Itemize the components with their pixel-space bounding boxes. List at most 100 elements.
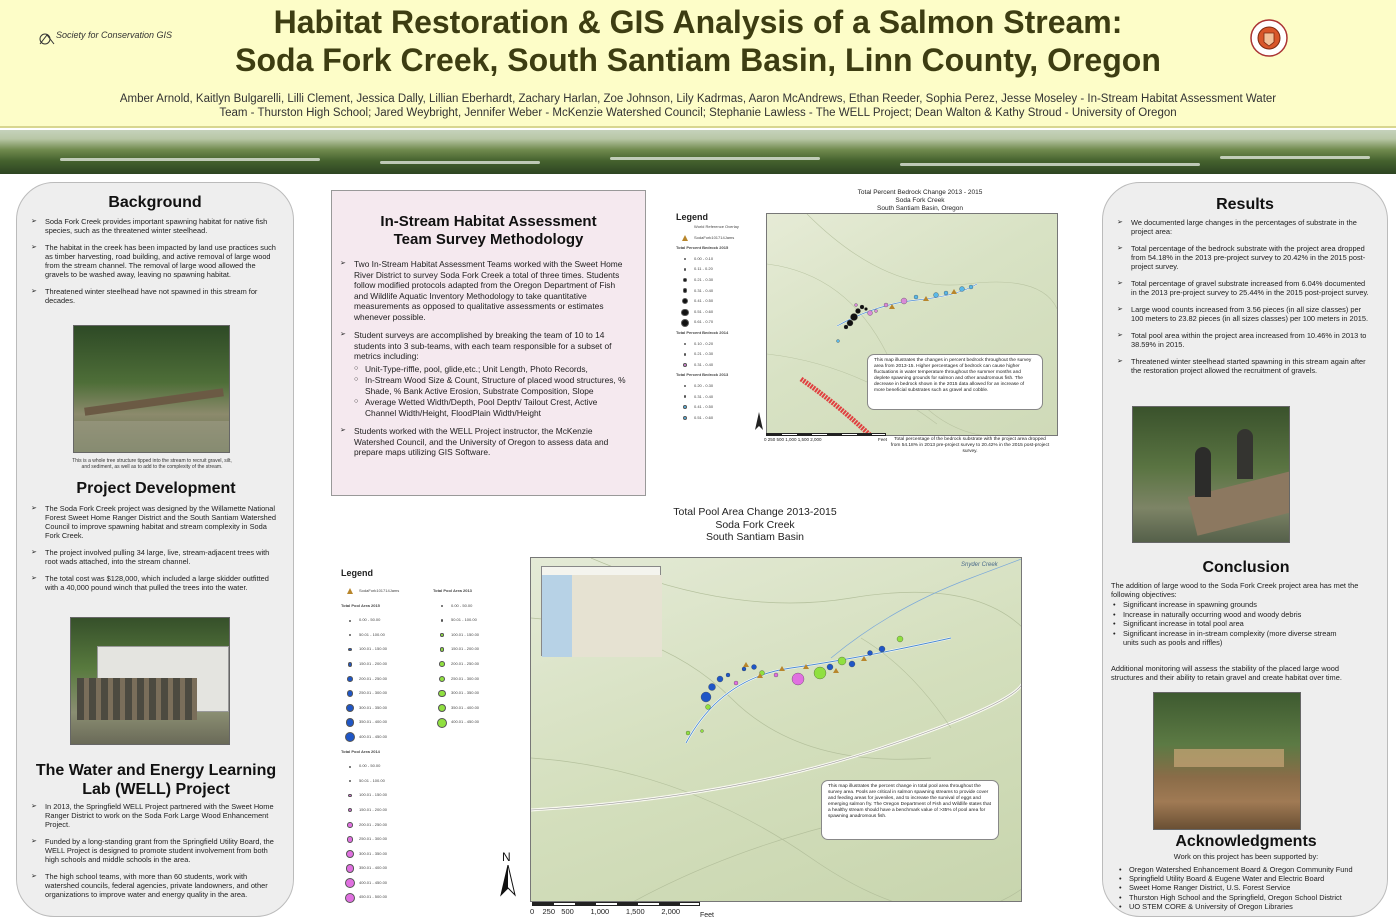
list-item: Total percentage of the bedrock substrat… [1117,244,1369,271]
legend-row: Total Pool Area 2013 [433,584,513,599]
legend-row: 350.01 - 400.00 [341,715,431,730]
list-item: Soda Fork Creek provides important spawn… [31,217,279,235]
legend-symbol [346,690,354,697]
legend-label: Total Percent Bedrock 2015 [676,245,729,251]
conclusion-outro: Additional monitoring will assess the st… [1111,664,1342,682]
legend-row: 150.01 - 200.00 [341,657,431,672]
bedrock-map-title: Total Percent Bedrock Change 2013 - 2015… [857,189,983,212]
legend-label: 150.01 - 200.00 [359,806,388,812]
legend-label: Total Percent Bedrock 2013 [676,372,729,378]
legend-label: 350.01 - 400.00 [359,865,388,871]
legend-symbol [683,278,687,283]
bedrock-legend: Legend World Reference Overlay SodaFork10… [676,212,758,423]
legend-symbol [345,718,355,728]
legend-label: 50.01 - 100.00 [359,777,385,783]
legend-symbol [684,385,687,388]
survey-point [874,309,878,313]
legend-symbol [440,633,444,637]
list-item: Threatened winter steelhead started spaw… [1117,357,1369,375]
legend-label: 100.01 - 150.00 [451,631,480,637]
legend-row: 0.41 - 0.50 [676,296,758,307]
legend-symbol [683,395,687,399]
survey-point [867,650,873,656]
legend-symbol [681,308,689,316]
legend-label: 250.01 - 300.00 [359,836,388,842]
methodology-box: In-Stream Habitat Assessment Team Survey… [331,190,646,496]
legend-row: 100.01 - 150.00 [433,628,513,643]
legend-label: 0.21 - 0.30 [694,351,714,357]
legend-label: 50.01 - 100.00 [359,631,385,637]
project-heading: Project Development [76,480,236,497]
legend-row: 100.01 - 150.00 [341,788,431,803]
list-item: Oregon Watershed Enhancement Board & Ore… [1119,865,1381,874]
survey-point [725,672,731,678]
legend-label: 300.01 - 350.00 [359,704,388,710]
ack-list: Oregon Watershed Enhancement Board & Ore… [1119,865,1381,911]
legend-row: 0.20 - 0.30 [676,381,758,392]
legend-row: 450.01 - 500.00 [341,890,431,905]
survey-point [773,672,779,678]
seal-icon [1249,18,1289,58]
legend-symbol [348,779,352,783]
legend-symbol [347,588,353,595]
list-item: Total percentage of gravel substrate inc… [1117,279,1369,297]
pool-scale-label: 0 250 500 1,000 1,500 2,000 [530,907,681,916]
north-label: N [502,850,511,864]
list-item: Students worked with the WELL Project in… [340,426,629,458]
survey-point [836,339,840,343]
stream-wood-photo [73,325,230,453]
legend-label: 0.10 - 0.20 [694,340,714,346]
log-jam-symbol [803,664,809,669]
title-line2: Soda Fork Creek, South Santiam Basin, Li… [235,42,1161,78]
pool-map-title: Total Pool Area Change 2013-2015 Soda Fo… [673,506,837,543]
legend-label: World Reference Overlay [694,224,739,229]
list-item: In 2013, the Springfield WELL Project pa… [31,802,283,829]
survey-point [864,307,868,311]
legend-row: 50.01 - 100.00 [433,613,513,628]
legend-row: 350.01 - 400.00 [433,701,513,716]
list-item: UO STEM CORE & University of Oregon Libr… [1119,902,1381,911]
legend-symbol [345,878,355,889]
legend-label: 300.01 - 350.00 [451,690,480,696]
legend-symbol [348,647,352,652]
legend-label: SodaFork101714Jams [694,234,735,240]
list-item: The project involved pulling 34 large, l… [31,548,283,566]
legend-row: 0.41 - 0.50 [676,402,758,413]
legend-label: 250.01 - 300.00 [451,675,480,681]
legend-symbol [683,268,687,271]
survey-point [741,666,747,672]
legend-label: 0.11 - 0.20 [694,266,713,272]
conclusion-list: Significant increase in spawning grounds… [1113,600,1353,648]
stream-banner-image [0,130,1396,174]
conclusion-heading: Conclusion [1202,559,1290,576]
list-item: We documented large changes in the perce… [1117,218,1369,236]
legend-row: Total Percent Bedrock 2013 [676,370,758,381]
legend-symbol [681,318,689,327]
legend-row: World Reference Overlay [676,222,758,233]
survey-point [883,302,889,308]
legend-row: Total Percent Bedrock 2015 [676,243,758,254]
survey-point [700,729,704,733]
legend-label: 450.01 - 500.00 [359,894,388,900]
well-list: In 2013, the Springfield WELL Project pa… [31,802,283,907]
list-item: Student surveys are accomplished by brea… [340,330,629,418]
legend-row: 0.21 - 0.30 [676,349,758,360]
legend-label: 300.01 - 350.00 [359,850,388,856]
legend-symbol [682,288,688,294]
legend-label: 200.01 - 250.00 [359,821,388,827]
list-item: Springfield Utility Board & Eugene Water… [1119,874,1381,883]
list-item: Average Wetted Width/Depth, Pool Depth/ … [354,397,629,418]
list-item: Total pool area within the project area … [1117,331,1369,349]
legend-symbol [439,647,445,652]
list-item: Increase in naturally occurring wood and… [1113,610,1353,620]
legend-symbol [438,689,446,698]
legend-label: Total Pool Area 2013 [433,588,472,593]
background-list: Soda Fork Creek provides important spawn… [31,217,279,305]
legend-label: 150.01 - 200.00 [359,660,388,666]
legend-label: 100.01 - 150.00 [359,646,388,652]
legend-symbol [345,732,355,743]
poster: Society for Conservation GIS Habitat Res… [0,0,1396,923]
legend-row: 0.21 - 0.30 [676,275,758,286]
log-jam-symbol [923,296,929,301]
legend-row: 100.01 - 150.00 [341,642,431,657]
